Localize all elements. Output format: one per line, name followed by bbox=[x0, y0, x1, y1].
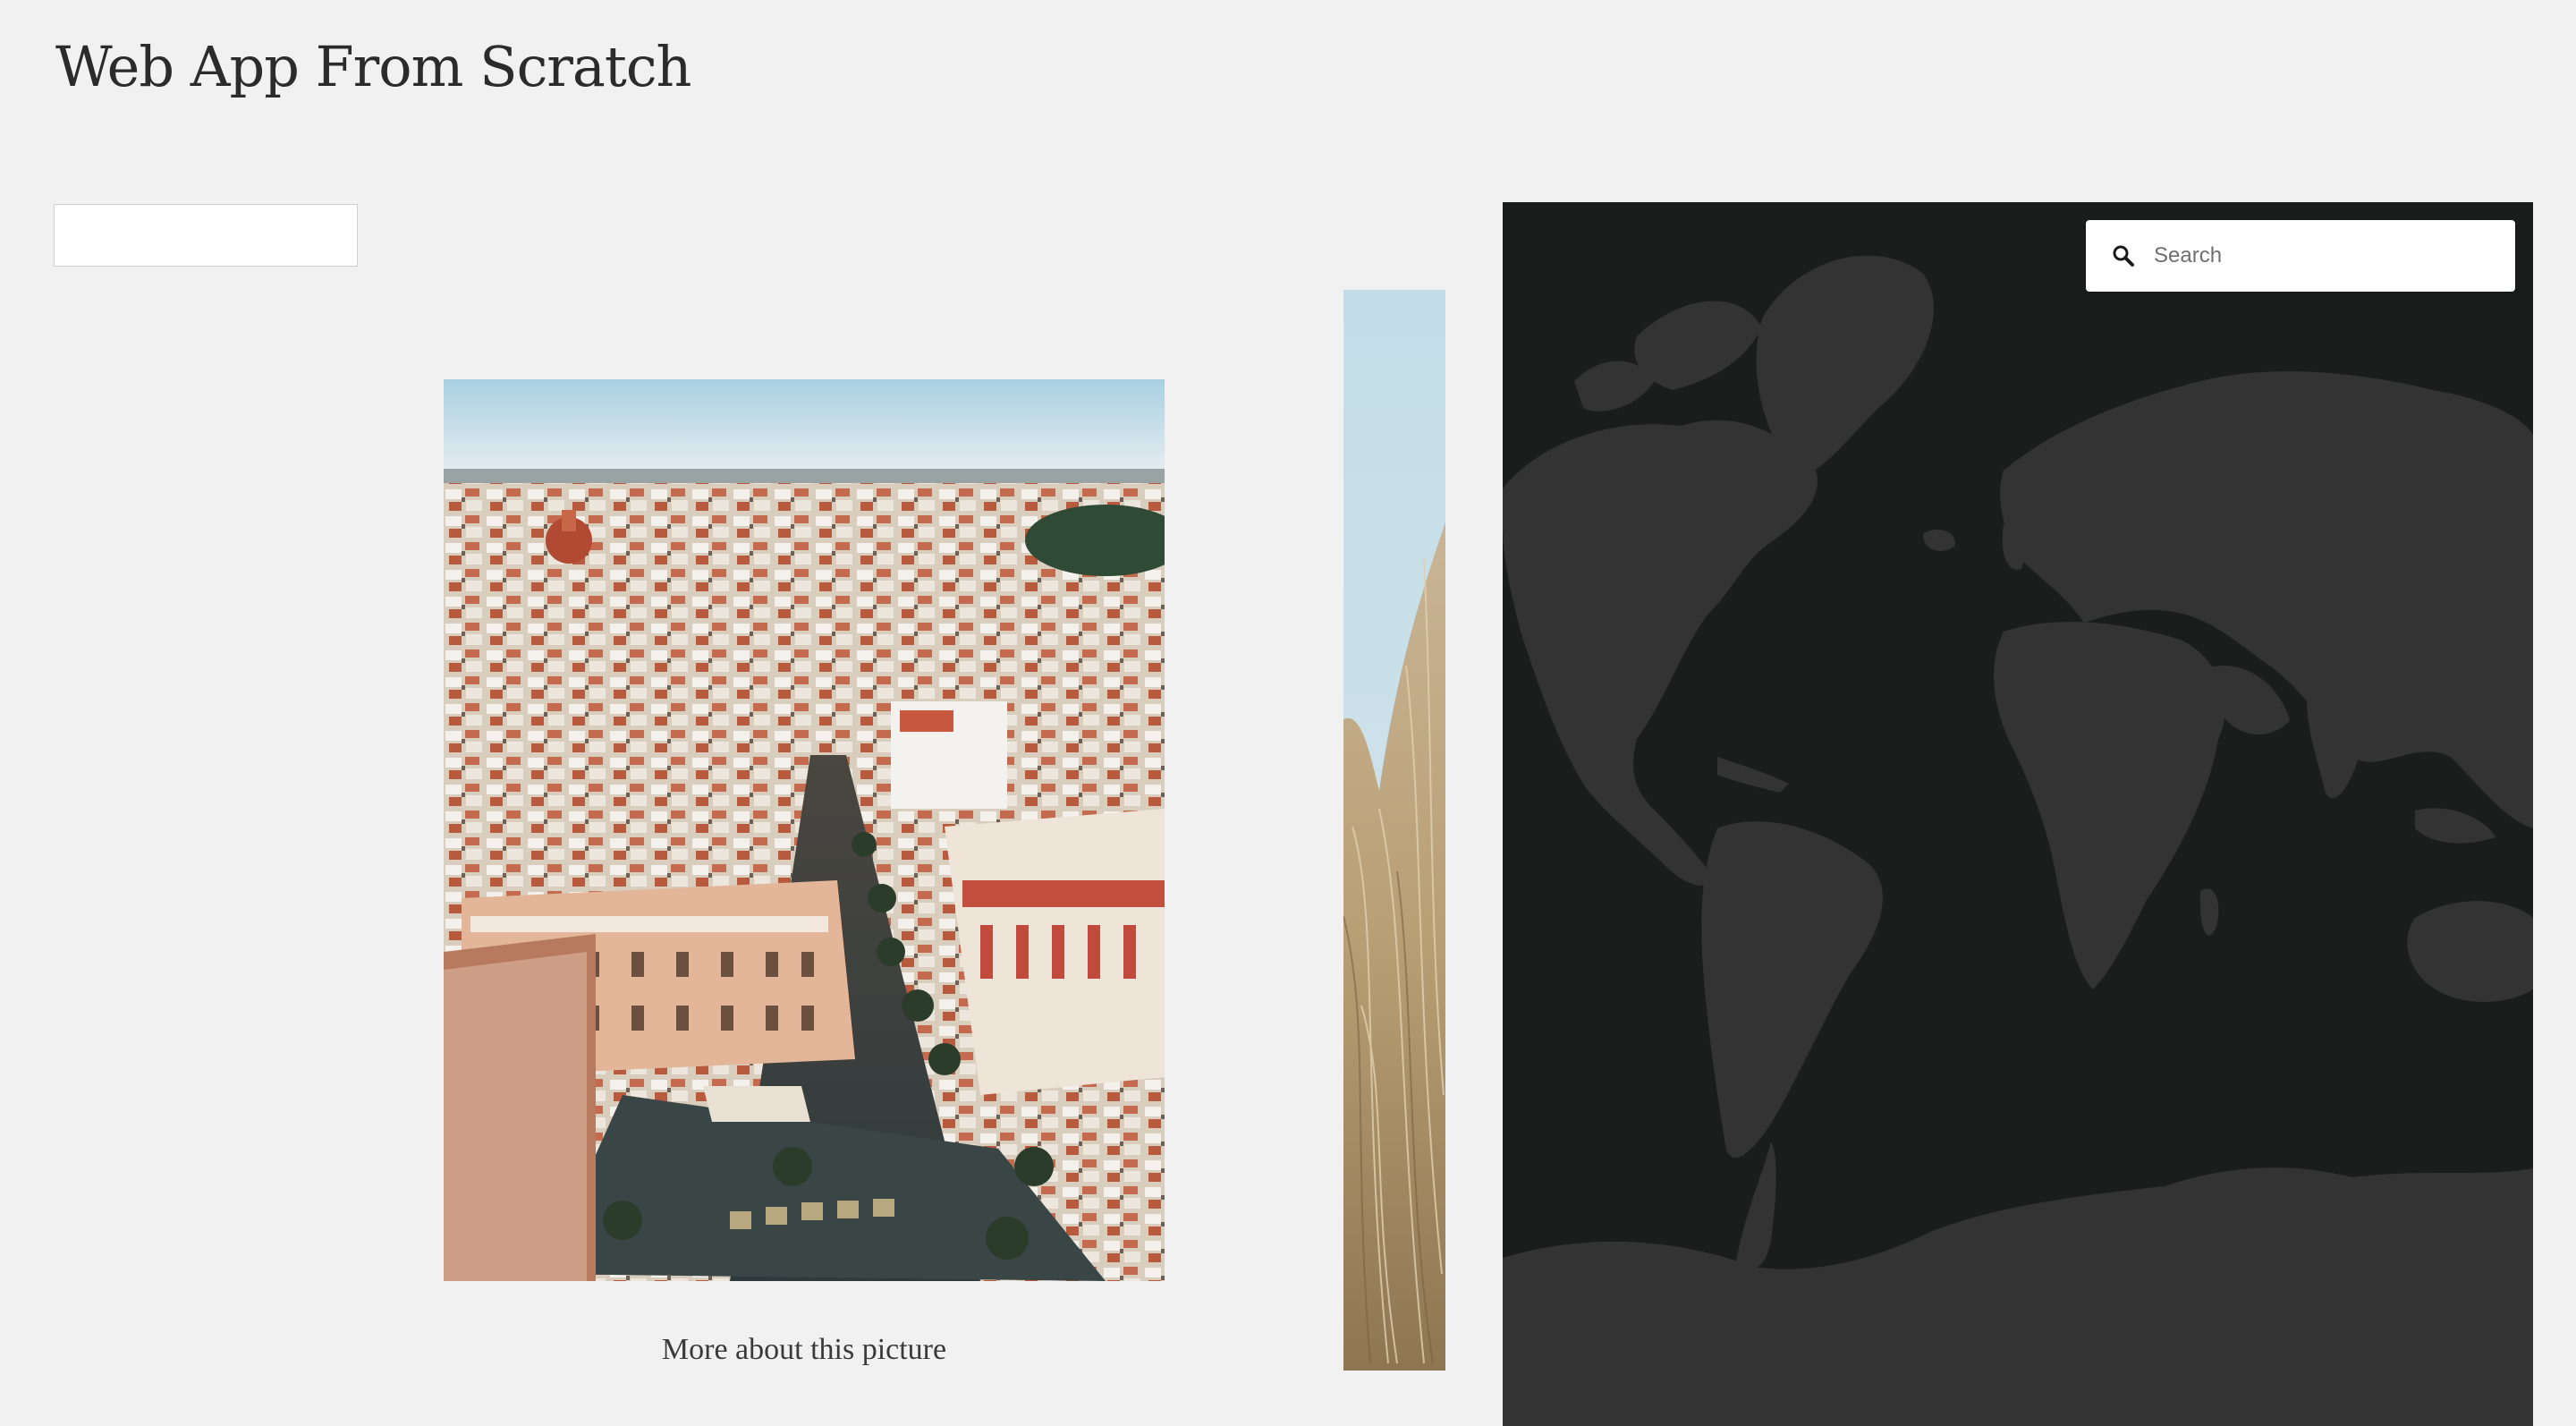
map-search-input[interactable] bbox=[2152, 228, 2515, 284]
world-map[interactable] bbox=[1503, 202, 2533, 1426]
gallery-side-photo[interactable] bbox=[1343, 290, 1445, 1371]
photo-caption-link[interactable]: More about this picture bbox=[444, 1333, 1165, 1367]
dry-grass-photo bbox=[1343, 290, 1445, 1371]
map-search-box[interactable] bbox=[2086, 220, 2515, 292]
world-map-land bbox=[1503, 255, 2533, 1426]
page-title: Web App From Scratch bbox=[55, 34, 691, 99]
aerial-city-photo bbox=[444, 379, 1165, 1281]
search-icon bbox=[2107, 240, 2140, 272]
gallery-main-photo[interactable] bbox=[444, 379, 1165, 1281]
filter-input[interactable] bbox=[54, 204, 358, 267]
